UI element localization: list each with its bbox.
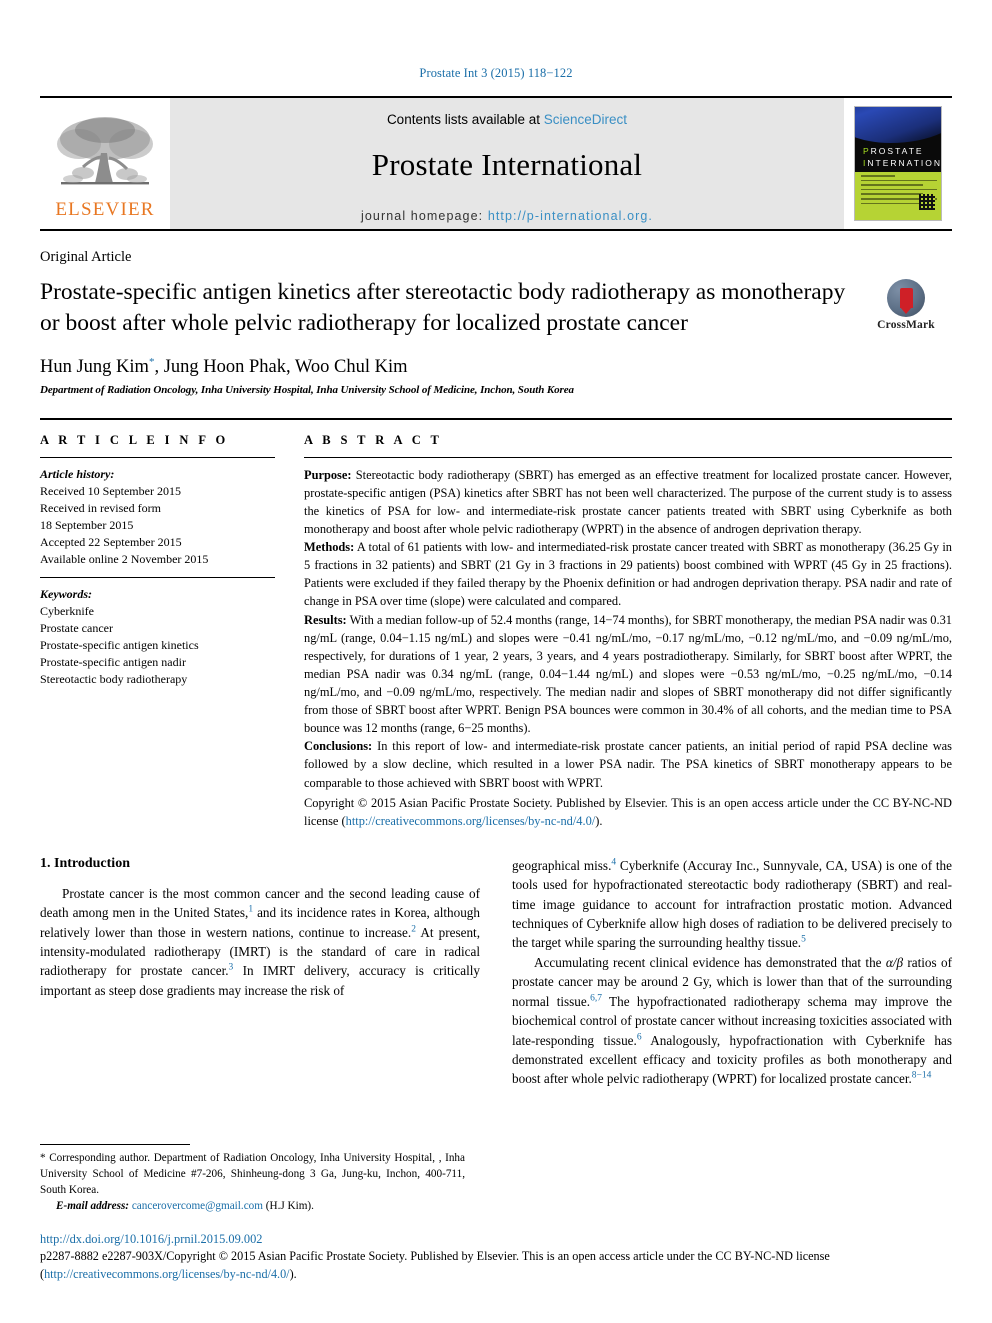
abstract-methods-label: Methods:: [304, 540, 355, 555]
history-item: Accepted 22 September 2015: [40, 534, 182, 549]
footer-cc-license-link[interactable]: http://creativecommons.org/licenses/by-n…: [44, 1267, 290, 1281]
running-head: Prostate Int 3 (2015) 118−122: [419, 66, 573, 80]
abstract-column: A B S T R A C T Purpose: Stereotactic bo…: [304, 433, 952, 830]
doi-link[interactable]: http://dx.doi.org/10.1016/j.prnil.2015.0…: [40, 1232, 952, 1247]
abstract-results: Results: With a median follow-up of 52.4…: [304, 611, 952, 738]
contents-prefix: Contents lists available at: [386, 112, 544, 127]
page-footer: * Corresponding author. Department of Ra…: [40, 1143, 952, 1283]
abstract-purpose-label: Purpose:: [304, 467, 352, 482]
email-line: E-mail address: cancerovercome@gmail.com…: [40, 1200, 465, 1212]
corresponding-text: Corresponding author. Department of Radi…: [40, 1151, 465, 1197]
email-link[interactable]: cancerovercome@gmail.com: [132, 1200, 263, 1212]
abstract-copyright: Copyright © 2015 Asian Pacific Prostate …: [304, 794, 952, 830]
crossmark-badge[interactable]: CrossMark: [860, 279, 952, 331]
abstract-results-text: With a median follow-up of 52.4 months (…: [304, 612, 952, 736]
cover-swoosh-graphic: [855, 107, 941, 143]
intro-right-text-1: geographical miss.: [512, 857, 612, 873]
keywords-block: Keywords: Cyberknife Prostate cancer Pro…: [40, 586, 280, 688]
journal-masthead: ELSEVIER Contents lists available at Sci…: [40, 96, 952, 231]
section-heading-introduction: 1. Introduction: [40, 855, 130, 871]
citation-ref-8-14[interactable]: 8−14: [912, 1071, 932, 1081]
abstract-methods-text: A total of 61 patients with low- and int…: [304, 540, 952, 609]
cc-license-link[interactable]: http://creativecommons.org/licenses/by-n…: [346, 814, 596, 828]
homepage-label: journal homepage:: [360, 209, 488, 223]
elsevier-logo: ELSEVIER: [40, 98, 170, 229]
keyword-item: Prostate-specific antigen nadir: [40, 654, 186, 669]
article-info-heading: A R T I C L E I N F O: [40, 432, 229, 447]
elsevier-tree-icon: [57, 116, 153, 184]
journal-homepage-line: journal homepage: http://p-international…: [361, 209, 653, 223]
corresponding-author-marker: *: [148, 355, 155, 368]
article-body: 1. Introduction Prostate cancer is the m…: [40, 856, 952, 1089]
keyword-item: Prostate cancer: [40, 620, 113, 635]
article-type-label: Original Article: [40, 249, 132, 265]
abstract-purpose-text: Stereotactic body radiotherapy (SBRT) ha…: [304, 467, 952, 536]
email-suffix: (H.J Kim).: [262, 1200, 314, 1213]
history-item: 18 September 2015: [40, 517, 134, 532]
abstract-conclusions-text: In this report of low- and intermediate-…: [304, 739, 952, 790]
body-column-left: 1. Introduction Prostate cancer is the m…: [40, 856, 480, 1089]
body-column-right: geographical miss.4 Cyberknife (Accuray …: [512, 856, 952, 1089]
intro-paragraph-right-2: Accumulating recent clinical evidence ha…: [512, 953, 952, 1089]
history-item: Received 10 September 2015: [40, 483, 181, 498]
author-list: Hun Jung Kim*, Jung Hoon Phak, Woo Chul …: [40, 356, 952, 378]
article-info-column: A R T I C L E I N F O Article history: R…: [40, 433, 280, 830]
keyword-item: Stereotactic body radiotherapy: [40, 672, 188, 686]
footnote-rule: [40, 1143, 190, 1145]
abstract-heading: A B S T R A C T: [304, 432, 443, 447]
affiliation: Department of Radiation Oncology, Inha U…: [40, 383, 574, 396]
abstract-conclusions-label: Conclusions:: [304, 739, 373, 754]
alpha-beta-ratio-symbol: α/β: [885, 954, 904, 970]
keyword-item: Prostate-specific antigen kinetics: [40, 637, 199, 652]
abstract-conclusions: Conclusions: In this report of low- and …: [304, 737, 952, 791]
elsevier-wordmark: ELSEVIER: [55, 198, 155, 220]
article-title: Prostate-specific antigen kinetics after…: [40, 279, 846, 337]
contents-list-line: Contents lists available at ScienceDirec…: [387, 112, 627, 127]
cover-title: PROSTATE INTERNATIONAL: [863, 146, 942, 169]
history-item: Received in revised form: [40, 500, 161, 515]
issn-copyright-line: p2287-8882 e2287-903X/Copyright © 2015 A…: [40, 1248, 952, 1283]
journal-cover-thumbnail: PROSTATE INTERNATIONAL: [844, 98, 952, 229]
crossmark-label: CrossMark: [877, 319, 935, 331]
issn-tail: ).: [289, 1266, 297, 1281]
sciencedirect-link[interactable]: ScienceDirect: [544, 112, 627, 127]
title-row: Prostate-specific antigen kinetics after…: [40, 277, 952, 340]
intro-right-text-3: Accumulating recent clinical evidence ha…: [534, 954, 886, 970]
intro-paragraph-left: Prostate cancer is the most common cance…: [40, 884, 480, 1000]
journal-title: Prostate International: [371, 147, 643, 182]
intro-paragraph-right-1: geographical miss.4 Cyberknife (Accuray …: [512, 856, 952, 953]
citation-ref-5[interactable]: 5: [801, 935, 806, 945]
paper-page: Prostate Int 3 (2015) 118−122 ELSEVIER C…: [0, 0, 992, 1323]
crossmark-icon: [887, 279, 925, 317]
abstract-purpose: Purpose: Stereotactic body radiotherapy …: [304, 466, 952, 538]
masthead-center: Contents lists available at ScienceDirec…: [170, 98, 844, 229]
article-history-label: Article history:: [40, 466, 115, 481]
keywords-label: Keywords:: [40, 586, 92, 601]
homepage-url-link[interactable]: http://p-international.org.: [488, 209, 653, 223]
citation-ref-6-7[interactable]: 6,7: [590, 993, 602, 1003]
email-label: E-mail address:: [56, 1200, 130, 1213]
info-abstract-block: A R T I C L E I N F O Article history: R…: [40, 417, 952, 830]
copyright-tail: ).: [595, 813, 603, 828]
history-item: Available online 2 November 2015: [40, 551, 209, 566]
abstract-methods: Methods: A total of 61 patients with low…: [304, 538, 952, 610]
keyword-item: Cyberknife: [40, 603, 94, 618]
abstract-body: Purpose: Stereotactic body radiotherapy …: [304, 466, 952, 830]
authors-text: Hun Jung Kim*, Jung Hoon Phak, Woo Chul …: [40, 355, 408, 377]
abstract-results-label: Results:: [304, 612, 347, 627]
cover-qr-code-icon: [919, 194, 935, 210]
corresponding-author-note: * Corresponding author. Department of Ra…: [40, 1150, 465, 1199]
cover-image: PROSTATE INTERNATIONAL: [854, 106, 942, 221]
